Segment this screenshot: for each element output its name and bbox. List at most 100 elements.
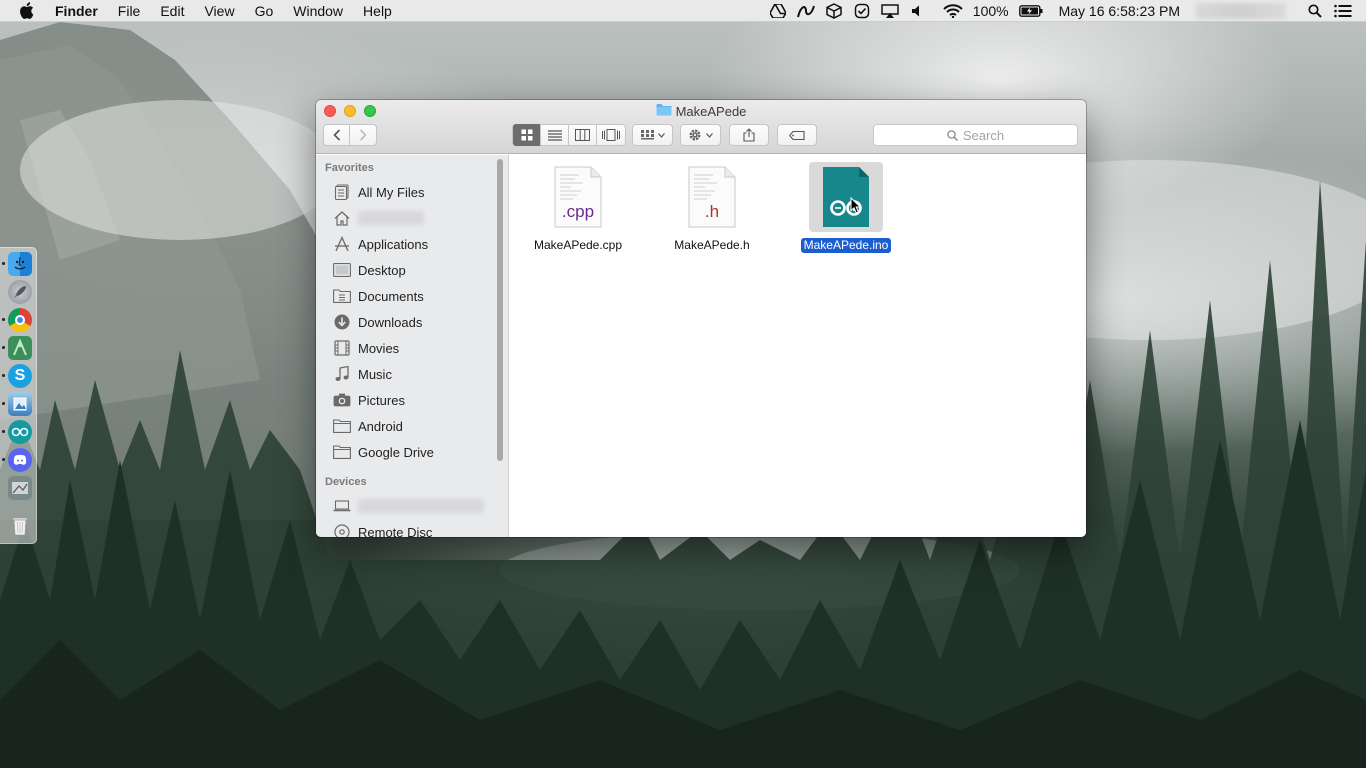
menu-app-finder[interactable]: Finder [55,0,108,22]
file-name: MakeAPede.cpp [533,238,623,252]
sidebar-item-label: Android [358,418,403,434]
sidebar-item-google-drive[interactable]: Google Drive [332,441,434,463]
sidebar-header-favorites: Favorites [325,162,374,174]
sidebar-item-android[interactable]: Android [332,415,403,437]
sidebar-item-label: Documents [358,288,424,304]
all-files-icon [332,183,352,201]
file-item-ino[interactable]: MakeAPede.ino [786,162,906,253]
documents-icon [332,287,352,305]
adobe-icon[interactable] [795,0,817,22]
search-placeholder: Search [962,127,1005,143]
file-name-selected: MakeAPede.ino [800,238,892,253]
menu-go[interactable]: Go [245,0,284,22]
battery-percentage: 100% [972,3,1009,19]
menu-file[interactable]: File [108,0,151,22]
sidebar-item-pictures[interactable]: Pictures [332,389,405,411]
window-title: MakeAPede [316,103,1086,119]
movies-icon [332,339,352,357]
running-indicator [2,374,5,377]
menu-extras: 100% May 16 6:58:23 PM [764,0,1366,22]
gear-icon [689,129,701,141]
skype-icon[interactable]: S [8,364,32,388]
sidebar-item-desktop[interactable]: Desktop [332,259,406,281]
column-view-button[interactable] [569,124,597,146]
arduino-icon[interactable] [8,420,32,444]
sidebar-item-downloads[interactable]: Downloads [332,311,422,333]
file-browser-content: .cpp MakeAPede.cpp .h MakeAPede.h MakeAP… [510,155,1086,537]
battery-icon[interactable] [1018,0,1044,22]
google-drive-icon[interactable] [767,0,789,22]
navigation-buttons [323,124,377,146]
pictures-icon [332,391,352,409]
sidebar-scrollbar[interactable] [497,159,503,461]
share-icon [743,128,755,142]
menu-help[interactable]: Help [353,0,402,22]
notification-center-icon[interactable] [1332,0,1354,22]
share-button[interactable] [729,124,769,146]
folder-icon [332,443,352,461]
tags-button[interactable] [777,124,817,146]
search-icon [947,129,958,141]
sidebar-item-computer[interactable] [332,495,484,517]
file-item-h[interactable]: .h MakeAPede.h [652,162,772,253]
file-item-cpp[interactable]: .cpp MakeAPede.cpp [518,162,638,253]
running-indicator [2,346,5,349]
icon-view-button[interactable] [513,124,541,146]
wifi-icon[interactable] [942,0,964,22]
menu-edit[interactable]: Edit [150,0,194,22]
menu-view[interactable]: View [194,0,244,22]
dropbox-icon[interactable] [823,0,845,22]
volume-icon[interactable] [907,0,929,22]
finder-icon[interactable] [8,252,32,276]
checklist-icon[interactable] [851,0,873,22]
chrome-icon[interactable] [8,308,32,332]
preview-icon[interactable] [8,392,32,416]
menu-bar: Finder File Edit View Go Window Help 100… [0,0,1366,22]
finder-window: MakeAPede Search Favorites All My Files … [316,100,1086,537]
trash-icon[interactable] [8,514,32,538]
sidebar-item-label: Downloads [358,314,423,330]
sidebar-item-documents[interactable]: Documents [332,285,424,307]
tag-icon [789,130,805,140]
airplay-icon[interactable] [879,0,901,22]
forward-button[interactable] [350,124,376,146]
folder-icon [332,417,352,435]
running-indicator [2,262,5,265]
arrange-button[interactable] [632,124,673,146]
menubar-clock[interactable]: May 16 6:58:23 PM [1053,0,1186,22]
running-indicator [2,430,5,433]
running-indicator [2,402,5,405]
window-title-text: MakeAPede [675,103,747,119]
list-view-button[interactable] [541,124,569,146]
back-button[interactable] [324,124,351,146]
sidebar-item-label: Pictures [358,392,405,408]
search-field[interactable]: Search [873,124,1078,146]
menu-window[interactable]: Window [283,0,353,22]
running-indicator [2,318,5,321]
file-extension-badge: .cpp [561,202,595,221]
sidebar-item-music[interactable]: Music [332,363,392,385]
sidebar-item-movies[interactable]: Movies [332,337,399,359]
action-button[interactable] [680,124,721,146]
sidebar: Favorites All My Files Applications Desk… [316,155,509,537]
android-studio-icon[interactable] [8,336,32,360]
file-name: MakeAPede.h [674,238,750,252]
sidebar-item-label: Applications [358,236,429,252]
apple-menu-icon[interactable] [19,0,39,22]
discord-icon[interactable] [8,448,32,472]
user-name-redacted[interactable] [1196,3,1286,19]
spotlight-icon[interactable] [1304,0,1326,22]
sidebar-item-all-my-files[interactable]: All My Files [332,181,424,203]
arrange-icon [640,129,654,139]
sidebar-item-applications[interactable]: Applications [332,233,428,255]
sidebar-item-home[interactable] [332,207,424,229]
chevron-down-icon [706,132,713,138]
launchpad-icon[interactable] [8,280,32,304]
sidebar-item-remote-disc[interactable]: Remote Disc [332,521,432,537]
home-icon [332,209,352,227]
window-toolbar: MakeAPede Search [316,100,1086,154]
photo-icon[interactable] [8,476,32,500]
desktop-icon [332,261,352,279]
sidebar-item-label: Movies [358,340,400,356]
cover-flow-button[interactable] [597,124,625,146]
